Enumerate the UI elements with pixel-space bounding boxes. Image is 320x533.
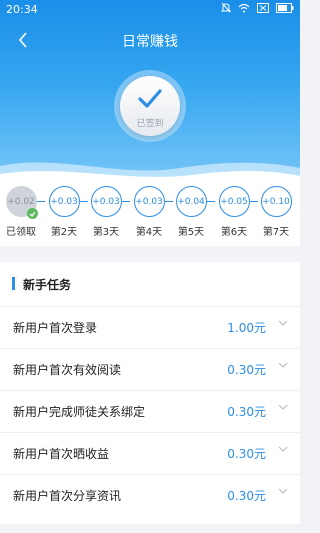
task-reward: 1.00元 (227, 321, 266, 335)
task-reward: 0.30元 (227, 363, 266, 377)
mute-bell-icon (221, 2, 231, 13)
battery-icon (276, 2, 294, 13)
task-row[interactable]: 新用户首次登录 1.00元 (0, 306, 300, 348)
task-reward: 0.30元 (227, 447, 266, 461)
task-row[interactable]: 新用户完成师徒关系绑定 0.30元 (0, 390, 300, 432)
daily-rewards-strip: +0.02 已领取 +0.03 第2天 +0.03 第3天 +0.03 第4天 … (0, 186, 300, 246)
day-reward-amount: +0.02 (7, 196, 35, 207)
day-reward-circle: +0.04 (175, 186, 207, 217)
day-label: 第7天 (262, 227, 290, 238)
day-label: 第6天 (220, 227, 248, 238)
day-label: 第4天 (135, 227, 163, 238)
task-reward: 0.30元 (227, 405, 266, 419)
chevron-down-icon[interactable] (278, 320, 288, 326)
check-badge-icon (26, 208, 38, 219)
day-label: 第5天 (177, 227, 205, 238)
signal-x-icon (257, 2, 269, 13)
chevron-down-icon[interactable] (278, 446, 288, 452)
task-name: 新用户首次晒收益 (13, 447, 110, 461)
day-reward-amount: +0.03 (92, 196, 120, 207)
task-name: 新用户完成师徒关系绑定 (13, 405, 146, 419)
section-title: 新手任务 (23, 278, 72, 292)
nav-bar: 日常赚钱 (0, 26, 300, 56)
day-item-7: +0.10 第7天 (257, 186, 295, 238)
status-bar: 20:34 (0, 0, 300, 20)
day-reward-circle: +0.03 (90, 186, 122, 217)
day-reward-amount: +0.03 (135, 196, 163, 207)
status-time: 20:34 (6, 3, 38, 16)
task-name: 新用户首次分享资讯 (13, 489, 122, 503)
day-label: 第3天 (92, 227, 120, 238)
task-row[interactable]: 新用户首次有效阅读 0.30元 (0, 348, 300, 390)
section-accent-bar (12, 277, 15, 290)
day-item-6: +0.05 第6天 (215, 186, 253, 238)
day-reward-circle: +0.03 (133, 186, 165, 217)
wave-decoration (0, 162, 300, 186)
day-label: 已领取 (6, 227, 36, 238)
task-name: 新用户首次登录 (13, 321, 98, 335)
day-reward-circle: +0.02 (5, 186, 38, 219)
day-item-3: +0.03 第3天 (87, 186, 125, 238)
day-reward-circle: +0.05 (218, 186, 250, 217)
task-row[interactable]: 新用户首次分享资讯 0.30元 (0, 474, 300, 516)
checkmark-icon (138, 89, 162, 108)
day-item-5: +0.04 第5天 (172, 186, 210, 238)
day-reward-amount: +0.03 (50, 196, 78, 207)
chevron-down-icon[interactable] (278, 362, 288, 368)
page-title: 日常赚钱 (122, 34, 178, 50)
day-reward-amount: +0.04 (177, 196, 205, 207)
newbie-tasks-panel: 新手任务 新用户首次登录 1.00元 新用户首次有效阅读 0.30元 新用户完成… (0, 262, 300, 524)
day-reward-circle: +0.10 (260, 186, 292, 217)
wifi-icon (238, 3, 250, 13)
day-label: 第2天 (50, 227, 78, 238)
day-item-1: +0.02 已领取 (2, 186, 40, 238)
chevron-down-icon[interactable] (278, 488, 288, 494)
day-reward-amount: +0.10 (262, 196, 290, 207)
sign-status-label: 已签到 (136, 119, 164, 129)
day-reward-amount: +0.05 (220, 196, 248, 207)
task-row[interactable]: 新用户首次晒收益 0.30元 (0, 432, 300, 474)
task-reward: 0.30元 (227, 489, 266, 503)
day-item-4: +0.03 第4天 (130, 186, 168, 238)
task-name: 新用户首次有效阅读 (13, 363, 122, 377)
day-item-2: +0.03 第2天 (45, 186, 83, 238)
sign-in-button[interactable]: 已签到 (114, 70, 186, 142)
day-reward-circle: +0.03 (48, 186, 80, 217)
chevron-down-icon[interactable] (278, 404, 288, 410)
section-header: 新手任务 (0, 274, 300, 294)
